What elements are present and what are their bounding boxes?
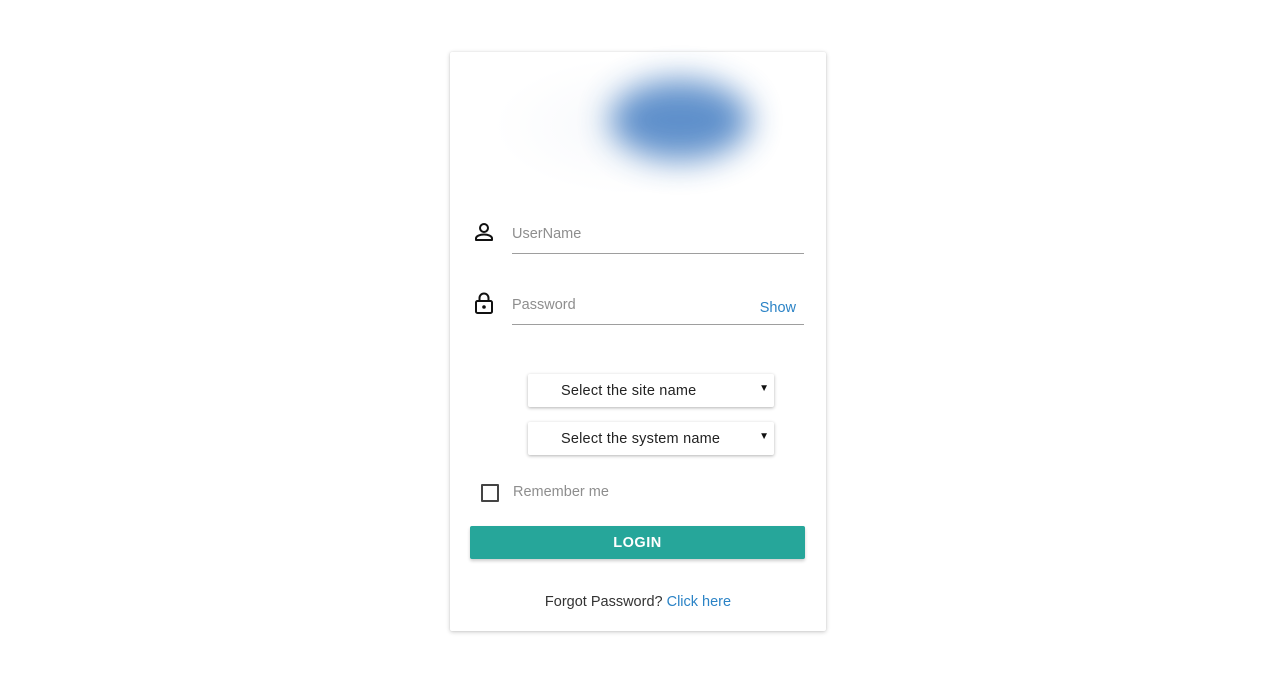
username-field bbox=[512, 217, 804, 254]
remember-me-label: Remember me bbox=[513, 484, 609, 500]
site-select[interactable]: Select the site name ▼ bbox=[528, 374, 774, 407]
forgot-password-row: Forgot Password? Click here bbox=[450, 594, 826, 610]
lock-icon bbox=[472, 291, 496, 315]
forgot-password-text: Forgot Password? bbox=[544, 594, 663, 610]
show-password-toggle[interactable]: Show bbox=[760, 300, 796, 316]
caret-down-icon: ▼ bbox=[759, 431, 769, 442]
login-card: Show Select the site name ▼ Select the s… bbox=[450, 52, 826, 631]
person-icon bbox=[472, 220, 496, 244]
login-button[interactable]: LOGIN bbox=[470, 526, 805, 559]
username-input[interactable] bbox=[512, 217, 752, 251]
system-select[interactable]: Select the system name ▼ bbox=[528, 422, 774, 455]
password-input[interactable] bbox=[512, 288, 752, 322]
caret-down-icon: ▼ bbox=[759, 383, 769, 394]
remember-me-checkbox[interactable] bbox=[481, 484, 499, 502]
forgot-password-link[interactable]: Click here bbox=[667, 594, 731, 610]
system-select-value: Select the system name bbox=[561, 431, 721, 447]
password-field: Show bbox=[512, 288, 804, 325]
logo-image bbox=[610, 80, 750, 160]
logo bbox=[492, 56, 782, 196]
site-select-value: Select the site name bbox=[561, 383, 697, 399]
